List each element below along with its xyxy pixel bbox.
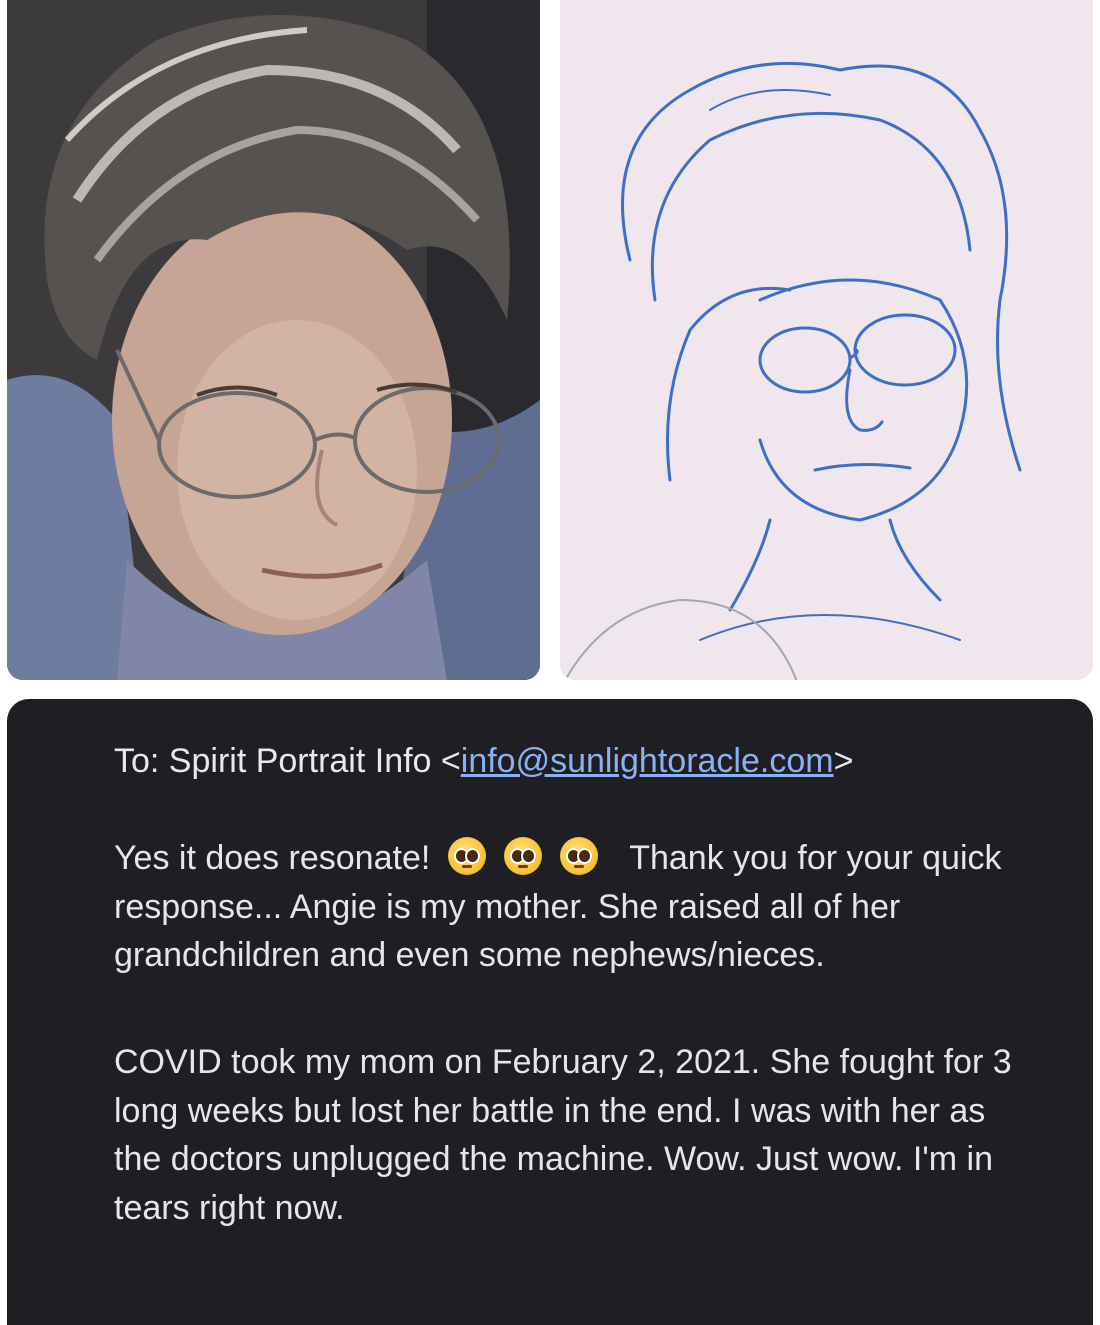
pleading-face-emoji-icon: [447, 837, 486, 875]
email-paragraph-2: COVID took my mom on February 2, 2021. S…: [114, 1043, 1012, 1227]
pleading-face-emoji-icon: [503, 837, 542, 875]
paragraph-1-start: Yes it does resonate!: [114, 839, 431, 877]
recipient-suffix: >: [833, 742, 854, 780]
portrait-photo-image: [7, 0, 540, 680]
portrait-photo[interactable]: [7, 0, 540, 680]
emoji-group: [447, 837, 625, 877]
recipient-email-link[interactable]: info@sunlightoracle.com: [461, 742, 834, 780]
email-paragraph-1: Yes it does resonate! Thank you for your…: [114, 834, 1014, 980]
email-recipient-line: To: Spirit Portrait Info <info@sunlighto…: [114, 740, 1034, 782]
spirit-portrait-sketch-image: [560, 0, 1093, 680]
recipient-prefix: To: Spirit Portrait Info <: [114, 742, 461, 780]
spirit-portrait-sketch[interactable]: [560, 0, 1093, 680]
pleading-face-emoji-icon: [559, 837, 598, 875]
